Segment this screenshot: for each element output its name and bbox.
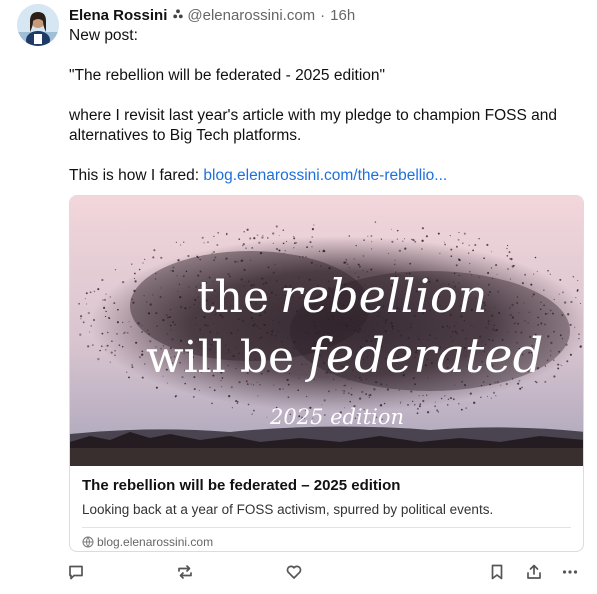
- reply-icon[interactable]: [66, 562, 86, 582]
- image-text-federated: federated: [305, 328, 543, 384]
- boost-icon[interactable]: [175, 562, 195, 582]
- post-timestamp[interactable]: 16h: [330, 7, 355, 24]
- link-preview-card[interactable]: the rebellion will be federated 2025 edi…: [69, 195, 584, 552]
- card-title[interactable]: The rebellion will be federated – 2025 e…: [82, 476, 571, 496]
- bookmark-icon[interactable]: [487, 562, 507, 582]
- separator: ·: [320, 6, 326, 24]
- image-text-the: the: [197, 272, 269, 323]
- dots-cluster-icon: [173, 8, 184, 22]
- status-content: New post: "The rebellion will be federat…: [69, 26, 585, 186]
- author-handle[interactable]: @elenarossini.com: [187, 7, 315, 24]
- image-text-rebellion: rebellion: [280, 269, 487, 323]
- card-domain: blog.elenarossini.com: [82, 535, 571, 549]
- author-display-name[interactable]: Elena Rossini: [69, 7, 167, 24]
- status-header: Elena Rossini @elenarossini.com · 16h: [69, 4, 585, 26]
- content-link-prefix: This is how I fared:: [69, 167, 204, 184]
- content-line: This is how I fared: blog.elenarossini.c…: [69, 166, 585, 186]
- content-line: "The rebellion will be federated - 2025 …: [69, 67, 386, 84]
- image-text-edition: 2025 edition: [269, 405, 404, 429]
- content-line: New post:: [69, 27, 138, 44]
- card-text[interactable]: The rebellion will be federated – 2025 e…: [70, 466, 583, 549]
- card-image[interactable]: the rebellion will be federated 2025 edi…: [70, 196, 583, 466]
- image-text-will-be: will be: [146, 332, 294, 383]
- action-bar: [0, 562, 597, 584]
- share-icon[interactable]: [524, 562, 544, 582]
- more-icon[interactable]: [560, 562, 580, 582]
- globe-icon: [82, 536, 94, 548]
- content-line: where I revisit last year's article with…: [69, 107, 557, 144]
- avatar[interactable]: [17, 4, 59, 46]
- content-link[interactable]: blog.elenarossini.com/the-rebellio...: [203, 167, 447, 184]
- card-domain-text: blog.elenarossini.com: [97, 535, 214, 549]
- card-description: Looking back at a year of FOSS activism,…: [82, 501, 571, 528]
- status-post: Elena Rossini @elenarossini.com · 16h Ne…: [69, 4, 585, 186]
- favourite-icon[interactable]: [284, 562, 304, 582]
